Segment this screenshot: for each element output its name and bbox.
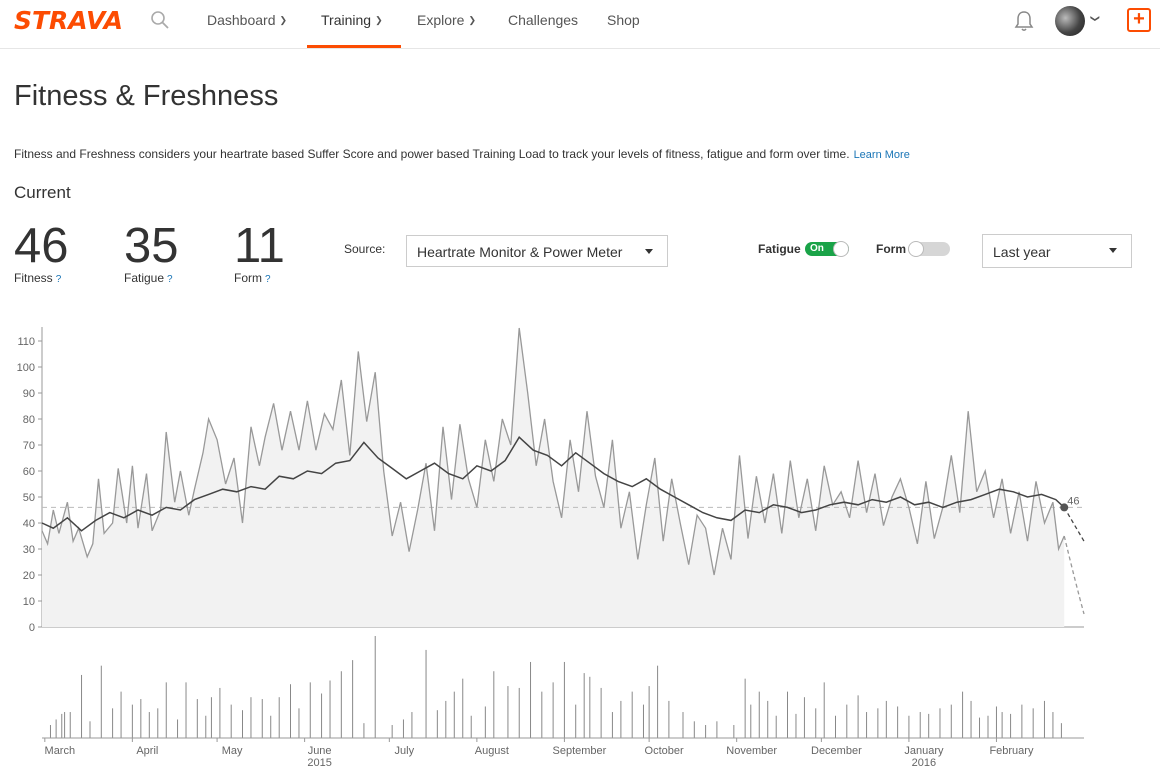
range-select-value: Last year [993,244,1051,260]
form-toggle[interactable] [908,241,950,257]
caret-down-icon [645,249,653,254]
source-select-value: Heartrate Monitor & Power Meter [417,244,623,260]
chevron-down-icon[interactable]: ❯ [1089,15,1100,23]
nav-shop-label: Shop [607,12,640,28]
x-tick-label: November [726,745,777,757]
x-year-label: 2015 [307,757,331,769]
strava-logo[interactable]: STRAVA [14,6,123,35]
nav-shop[interactable]: Shop [607,12,640,28]
nav-dashboard[interactable]: Dashboard ❯ [207,12,287,28]
x-tick-label: August [475,745,509,757]
fatigue-help-icon[interactable]: ? [167,274,173,285]
source-select[interactable]: Heartrate Monitor & Power Meter [406,235,668,267]
range-select[interactable]: Last year [982,234,1132,268]
fitness-projection-line [1063,507,1085,542]
fitness-label: Fitness? [14,271,69,285]
nav-active-underline [307,45,401,48]
y-tick-label: 110 [17,336,35,348]
nav-training-label: Training [321,12,372,28]
chevron-down-icon: ❯ [375,15,383,25]
nav-dashboard-label: Dashboard [207,12,276,28]
x-tick-label: January [904,745,944,757]
nav-challenges-label: Challenges [508,12,579,28]
y-tick-label: 0 [29,622,35,634]
y-tick-label: 40 [23,518,35,530]
toggle-knob [833,241,849,257]
chevron-down-icon: ❯ [279,15,288,25]
x-tick-label: June [308,745,332,757]
chevron-down-icon: ❯ [468,15,477,25]
fatigue-label: Fatigue? [124,271,179,285]
form-toggle-label: Form [876,242,906,256]
nav-explore[interactable]: Explore ❯ [417,12,476,28]
add-icon[interactable]: + [1127,8,1151,32]
form-stat: 11 Form? [234,218,285,285]
fitness-end-label: 46 [1067,495,1079,507]
fatigue-value: 35 [124,219,179,273]
fitness-freshness-chart: 0 10 20 30 40 50 60 70 80 90 100 110 46 March April May… [17,327,1085,769]
fatigue-label-text: Fatigue [124,271,165,285]
caret-down-icon [1109,248,1117,253]
y-tick-label: 30 [23,544,35,556]
avatar[interactable] [1055,6,1085,36]
y-tick-label: 70 [23,440,35,452]
fitness-value: 46 [14,219,69,273]
form-value: 11 [234,219,285,273]
x-tick-label: March [45,745,76,757]
y-tick-label: 10 [23,596,35,608]
description-text: Fitness and Freshness considers your hea… [14,147,850,161]
current-heading: Current [14,183,71,202]
nav-training[interactable]: Training ❯ [321,12,383,28]
x-year-label: 2016 [912,757,936,769]
x-tick-label: September [553,745,607,757]
y-tick-label: 50 [23,492,35,504]
fitness-stat: 46 Fitness? [14,218,69,285]
fatigue-projection-line [1063,535,1085,615]
toggle-knob [908,241,924,257]
nav-challenges[interactable]: Challenges [508,12,578,28]
page-description: Fitness and Freshness considers your hea… [14,147,910,161]
y-tick-label: 60 [23,466,35,478]
top-nav: STRAVA Dashboard ❯ Training ❯ Explore ❯ Cha… [0,0,1160,49]
fitness-help-icon[interactable]: ? [56,274,62,285]
fatigue-stat: 35 Fatigue? [124,218,179,285]
x-tick-label: May [222,745,243,757]
x-tick-label: July [395,745,415,757]
x-tick-label: December [811,745,862,757]
source-label: Source: [344,242,386,256]
nav-explore-label: Explore [417,12,465,28]
y-tick-label: 80 [23,414,35,426]
fitness-label-text: Fitness [14,271,53,285]
form-label-text: Form [234,271,262,285]
y-tick-label: 90 [23,388,35,400]
y-tick-label: 20 [23,570,35,582]
x-tick-label: February [989,745,1034,757]
page-title: Fitness & Freshness [14,80,279,112]
learn-more-link[interactable]: Learn More [854,149,910,161]
x-tick-label: October [645,745,684,757]
search-icon[interactable] [150,10,170,30]
form-help-icon[interactable]: ? [265,274,271,285]
fatigue-toggle[interactable]: On [805,241,849,257]
fatigue-toggle-state: On [810,243,824,254]
bell-icon[interactable] [1014,10,1034,32]
y-tick-label: 100 [17,362,35,374]
x-tick-label: April [136,745,158,757]
fatigue-toggle-label: Fatigue [758,242,801,256]
